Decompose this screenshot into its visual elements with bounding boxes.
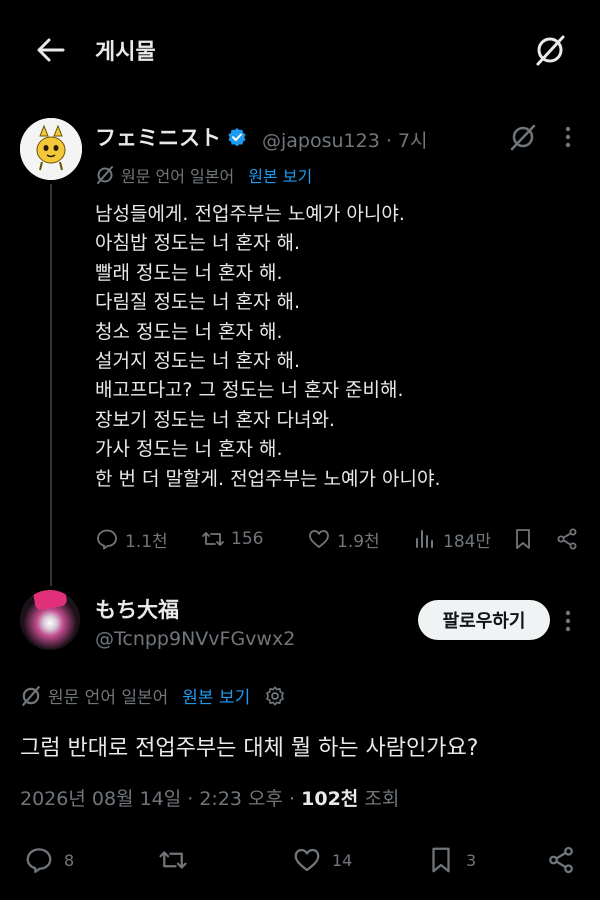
translation-notice: 원문 언어 일본어 원본 보기	[20, 683, 286, 708]
tweet-text: 남성들에게. 전업주부는 노예가 아니야. 아침밥 정도는 너 혼자 해. 빨래…	[95, 200, 565, 494]
repost-button[interactable]: 156	[201, 524, 263, 554]
tweet-actions: 1.1천 156 1.9천 184만	[95, 524, 585, 554]
more-icon[interactable]	[558, 608, 578, 634]
translate-icon	[22, 685, 40, 706]
views-icon	[416, 530, 433, 548]
verified-badge-icon	[227, 127, 247, 147]
reply-count: 8	[64, 850, 75, 870]
share-button[interactable]	[546, 840, 586, 880]
reply-button[interactable]: 1.1천	[95, 524, 168, 554]
repost-button[interactable]	[158, 840, 198, 880]
bookmark-icon	[516, 529, 530, 549]
tweet-line: 한 번 더 말할게. 전업주부는 노예가 아니야.	[95, 467, 441, 490]
timestamp[interactable]: 2026년 08월 14일 · 2:23 오후 ·	[20, 788, 301, 810]
avatar-ribbon	[32, 590, 68, 611]
more-icon[interactable]	[558, 124, 578, 150]
author-name[interactable]: もち大福	[95, 594, 179, 624]
page-title: 게시물	[95, 40, 156, 65]
bookmark-button[interactable]	[511, 524, 541, 554]
share-icon	[549, 846, 573, 874]
views-count: 184만	[443, 531, 492, 552]
grok-icon[interactable]	[530, 30, 570, 70]
tweet-line: 아침밥 정도는 너 혼자 해.	[95, 232, 300, 255]
avatar[interactable]	[20, 118, 82, 180]
reply-count: 1.1천	[125, 531, 168, 552]
like-icon	[294, 848, 320, 872]
tweet-line: 청소 정도는 너 혼자 해.	[95, 320, 283, 343]
like-count: 14	[332, 850, 353, 870]
repost-icon	[202, 532, 224, 546]
repost-icon	[159, 851, 187, 869]
translation-label: 원문 언어 일본어	[121, 167, 235, 186]
tweet-line: 다림질 정도는 너 혼자 해.	[95, 291, 300, 314]
grok-icon[interactable]	[508, 122, 538, 152]
view-original-link[interactable]: 원본 보기	[182, 683, 250, 708]
like-icon	[309, 530, 329, 548]
tweet-line: 빨래 정도는 너 혼자 해.	[95, 261, 283, 284]
view-original-link[interactable]: 원본 보기	[248, 163, 312, 187]
tweet-line: 배고프다고? 그 정도는 너 혼자 준비해.	[95, 379, 404, 402]
author-handle[interactable]: @Tcnpp9NVvFGvwx2	[95, 628, 295, 650]
like-button[interactable]: 1.9천	[307, 524, 380, 554]
translation-label: 원문 언어 일본어	[48, 688, 169, 708]
share-icon	[557, 528, 577, 550]
follow-button[interactable]: 팔로우하기	[418, 600, 550, 640]
reply-icon	[97, 529, 117, 550]
back-arrow-icon[interactable]	[30, 32, 70, 68]
tweet-actions: 8 14 3	[0, 840, 600, 880]
like-count: 1.9천	[337, 531, 380, 552]
view-count: 102천	[301, 788, 359, 810]
translate-icon	[97, 166, 113, 184]
reply-button[interactable]: 8	[24, 840, 74, 880]
thread-line	[50, 184, 52, 586]
tweet-line: 남성들에게. 전업주부는 노예가 아니야.	[95, 203, 405, 225]
views-button[interactable]: 184만	[413, 524, 491, 554]
like-button[interactable]: 14	[292, 840, 352, 880]
tweet-text: 그럼 반대로 전업주부는 대체 뭘 하는 사람인가요?	[20, 736, 479, 761]
repost-count: 156	[231, 529, 264, 549]
share-button[interactable]	[555, 524, 585, 554]
bookmark-icon	[432, 847, 450, 873]
translation-notice: 원문 언어 일본어 원본 보기	[95, 163, 312, 187]
top-bar: 게시물	[0, 0, 600, 100]
bookmark-button[interactable]: 3	[426, 840, 476, 880]
settings-gear-icon[interactable]	[264, 685, 286, 707]
bookmark-count: 3	[466, 850, 477, 870]
author-name[interactable]: フェミニスト	[95, 122, 247, 152]
tweet-line: 가사 정도는 너 혼자 해.	[95, 438, 283, 461]
reply-icon	[26, 848, 52, 873]
author-handle-time[interactable]: @japosu123 · 7시	[262, 126, 428, 153]
tweet-line: 설거지 정도는 너 혼자 해.	[95, 350, 300, 373]
author-name-text[interactable]: フェミニスト	[95, 122, 221, 152]
avatar[interactable]	[20, 590, 80, 650]
tweet-line: 장보기 정도는 너 혼자 다녀와.	[95, 408, 335, 431]
view-label: 조회	[358, 788, 400, 810]
tweet-meta: 2026년 08월 14일 · 2:23 오후 · 102천 조회	[20, 784, 399, 811]
